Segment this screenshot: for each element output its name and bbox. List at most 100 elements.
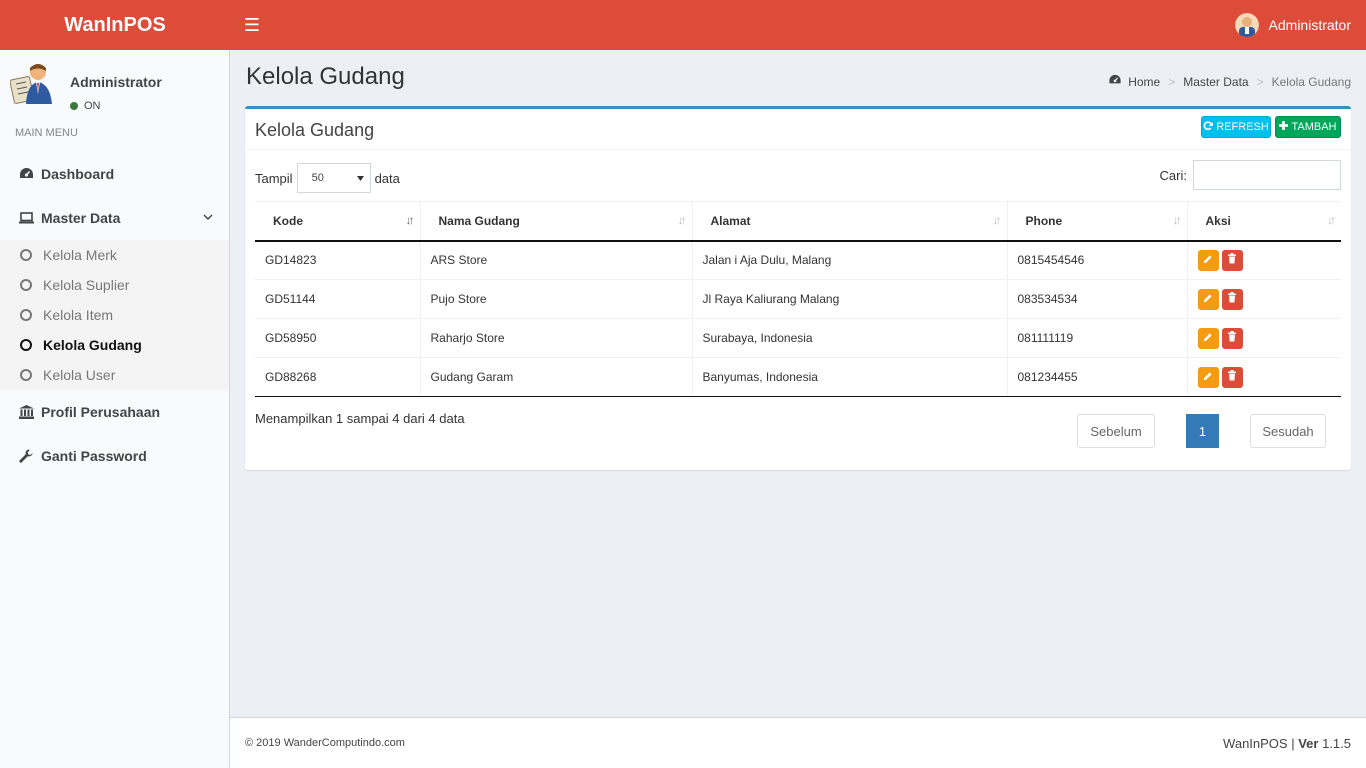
table-header-row: Kode ↓↑ Nama Gudang ↓↑ Alamat ↓↑ Phone ↓↑ Ak… bbox=[255, 201, 1341, 242]
wrench-icon bbox=[18, 449, 34, 463]
sidebar-item-dashboard[interactable]: Dashboard bbox=[0, 152, 229, 196]
breadcrumb: Home > Master Data > Kelola Gudang bbox=[1108, 74, 1351, 89]
sort-icon: ↓↑ bbox=[677, 213, 687, 227]
trash-icon bbox=[1227, 292, 1237, 306]
breadcrumb-section[interactable]: Master Data bbox=[1183, 75, 1248, 89]
breadcrumb-separator: > bbox=[1168, 74, 1176, 89]
top-user-name: Administrator bbox=[1268, 17, 1351, 33]
circle-icon bbox=[20, 309, 32, 321]
menu-header: MAIN MENU bbox=[15, 127, 78, 139]
column-header-label: Nama Gudang bbox=[438, 213, 520, 228]
cell-kode: GD14823 bbox=[255, 240, 421, 280]
cell-nama: ARS Store bbox=[420, 240, 693, 280]
table-row: GD51144 Pujo Store Jl Raya Kaliurang Mal… bbox=[255, 279, 1341, 319]
footer-app-name: WanInPOS bbox=[1223, 736, 1288, 751]
cell-kode: GD58950 bbox=[255, 318, 421, 358]
cell-alamat: Jl Raya Kaliurang Malang bbox=[692, 279, 1008, 319]
version-number: 1.1.5 bbox=[1322, 736, 1351, 751]
pencil-icon bbox=[1203, 370, 1213, 384]
delete-button[interactable] bbox=[1221, 327, 1243, 349]
edit-button[interactable] bbox=[1197, 327, 1219, 349]
column-header-phone[interactable]: Phone ↓↑ bbox=[1007, 201, 1188, 242]
dashboard-icon bbox=[1108, 74, 1122, 89]
delete-button[interactable] bbox=[1221, 249, 1243, 271]
refresh-button[interactable]: REFRESH bbox=[1201, 116, 1271, 138]
sidebar-item-label: Kelola User bbox=[43, 367, 116, 383]
cell-phone: 083534534 bbox=[1007, 279, 1188, 319]
dashboard-icon bbox=[18, 167, 34, 181]
cell-nama: Gudang Garam bbox=[420, 357, 693, 397]
sort-icon: ↓↑ bbox=[1172, 213, 1182, 227]
cell-alamat: Surabaya, Indonesia bbox=[692, 318, 1008, 358]
length-suffix: data bbox=[374, 170, 400, 186]
refresh-label: REFRESH bbox=[1216, 121, 1269, 133]
sidebar-item-kelola-suplier[interactable]: Kelola Suplier bbox=[0, 270, 229, 300]
sidebar-user-name: Administrator bbox=[70, 74, 162, 90]
cell-aksi bbox=[1187, 357, 1341, 397]
cell-nama: Pujo Store bbox=[420, 279, 693, 319]
add-label: TAMBAH bbox=[1291, 121, 1337, 133]
cell-kode: GD51144 bbox=[255, 279, 421, 319]
table-info: Menampilkan 1 sampai 4 dari 4 data bbox=[255, 411, 465, 426]
sort-icon: ↓↑ bbox=[992, 213, 1002, 227]
caret-down-icon bbox=[356, 172, 364, 184]
sidebar-item-master-data[interactable]: Master Data bbox=[0, 196, 229, 240]
breadcrumb-separator: > bbox=[1256, 74, 1264, 89]
sort-asc-icon: ↓↑ bbox=[405, 213, 415, 227]
sidebar-item-kelola-gudang[interactable]: Kelola Gudang bbox=[0, 330, 229, 360]
search-control: Cari: bbox=[1160, 160, 1341, 190]
avatar bbox=[9, 60, 55, 105]
sidebar-item-ganti-password[interactable]: Ganti Password bbox=[0, 434, 229, 478]
status-badge: ON bbox=[70, 100, 101, 112]
circle-icon bbox=[20, 369, 32, 381]
search-label: Cari: bbox=[1159, 167, 1187, 183]
add-button[interactable]: TAMBAH bbox=[1275, 116, 1341, 138]
cell-alamat: Banyumas, Indonesia bbox=[692, 357, 1008, 397]
column-header-alamat[interactable]: Alamat ↓↑ bbox=[692, 201, 1008, 242]
column-header-nama-gudang[interactable]: Nama Gudang ↓↑ bbox=[420, 201, 693, 242]
edit-button[interactable] bbox=[1197, 288, 1219, 310]
sidebar-item-kelola-merk[interactable]: Kelola Merk bbox=[0, 240, 229, 270]
search-input[interactable] bbox=[1193, 160, 1341, 190]
online-dot-icon bbox=[70, 102, 78, 110]
trash-icon bbox=[1227, 370, 1237, 384]
pagination-prev-button[interactable]: Sebelum bbox=[1077, 414, 1155, 448]
sidebar-item-label: Master Data bbox=[41, 210, 121, 226]
delete-button[interactable] bbox=[1221, 366, 1243, 388]
sidebar-item-kelola-user[interactable]: Kelola User bbox=[0, 360, 229, 390]
user-menu[interactable]: Administrator bbox=[1234, 0, 1351, 50]
sidebar: Administrator ON MAIN MENU Dashboard Mas… bbox=[0, 50, 230, 768]
column-header-label: Aksi bbox=[1205, 213, 1231, 228]
copyright: © 2019 WanderComputindo.com bbox=[245, 737, 405, 749]
pagination-next-button[interactable]: Sesudah bbox=[1250, 414, 1326, 448]
app-version: WanInPOS | Ver 1.1.5 bbox=[1223, 736, 1351, 751]
table-row: GD58950 Raharjo Store Surabaya, Indonesi… bbox=[255, 318, 1341, 358]
edit-button[interactable] bbox=[1197, 366, 1219, 388]
edit-button[interactable] bbox=[1197, 249, 1219, 271]
sidebar-item-kelola-item[interactable]: Kelola Item bbox=[0, 300, 229, 330]
top-header: WanInPOS ☰ Administrator bbox=[0, 0, 1366, 50]
hamburger-icon[interactable]: ☰ bbox=[238, 0, 266, 50]
page-length-select[interactable]: 50 bbox=[296, 163, 371, 193]
sidebar-item-label: Dashboard bbox=[41, 166, 115, 182]
app-logo[interactable]: WanInPOS bbox=[0, 0, 230, 50]
column-header-kode[interactable]: Kode ↓↑ bbox=[255, 201, 421, 242]
column-header-aksi[interactable]: Aksi ↓↑ bbox=[1187, 201, 1341, 242]
circle-icon bbox=[20, 339, 32, 351]
status-text: ON bbox=[84, 100, 101, 112]
page-title: Kelola Gudang bbox=[246, 63, 405, 90]
chevron-down-icon bbox=[203, 210, 213, 224]
refresh-icon bbox=[1203, 120, 1214, 134]
version-label: Ver bbox=[1298, 736, 1319, 751]
cell-phone: 0815454546 bbox=[1007, 240, 1188, 280]
circle-icon bbox=[20, 279, 32, 291]
sidebar-item-profil-perusahaan[interactable]: Profil Perusahaan bbox=[0, 390, 229, 434]
cell-aksi bbox=[1187, 279, 1341, 319]
footer: © 2019 WanderComputindo.com WanInPOS | V… bbox=[230, 717, 1366, 768]
gudang-table: Kode ↓↑ Nama Gudang ↓↑ Alamat ↓↑ Phone ↓↑ Ak… bbox=[255, 201, 1341, 397]
pencil-icon bbox=[1203, 292, 1213, 306]
delete-button[interactable] bbox=[1221, 288, 1243, 310]
breadcrumb-home[interactable]: Home bbox=[1128, 75, 1160, 89]
pagination-page-1[interactable]: 1 bbox=[1186, 414, 1219, 448]
laptop-icon bbox=[18, 212, 34, 224]
